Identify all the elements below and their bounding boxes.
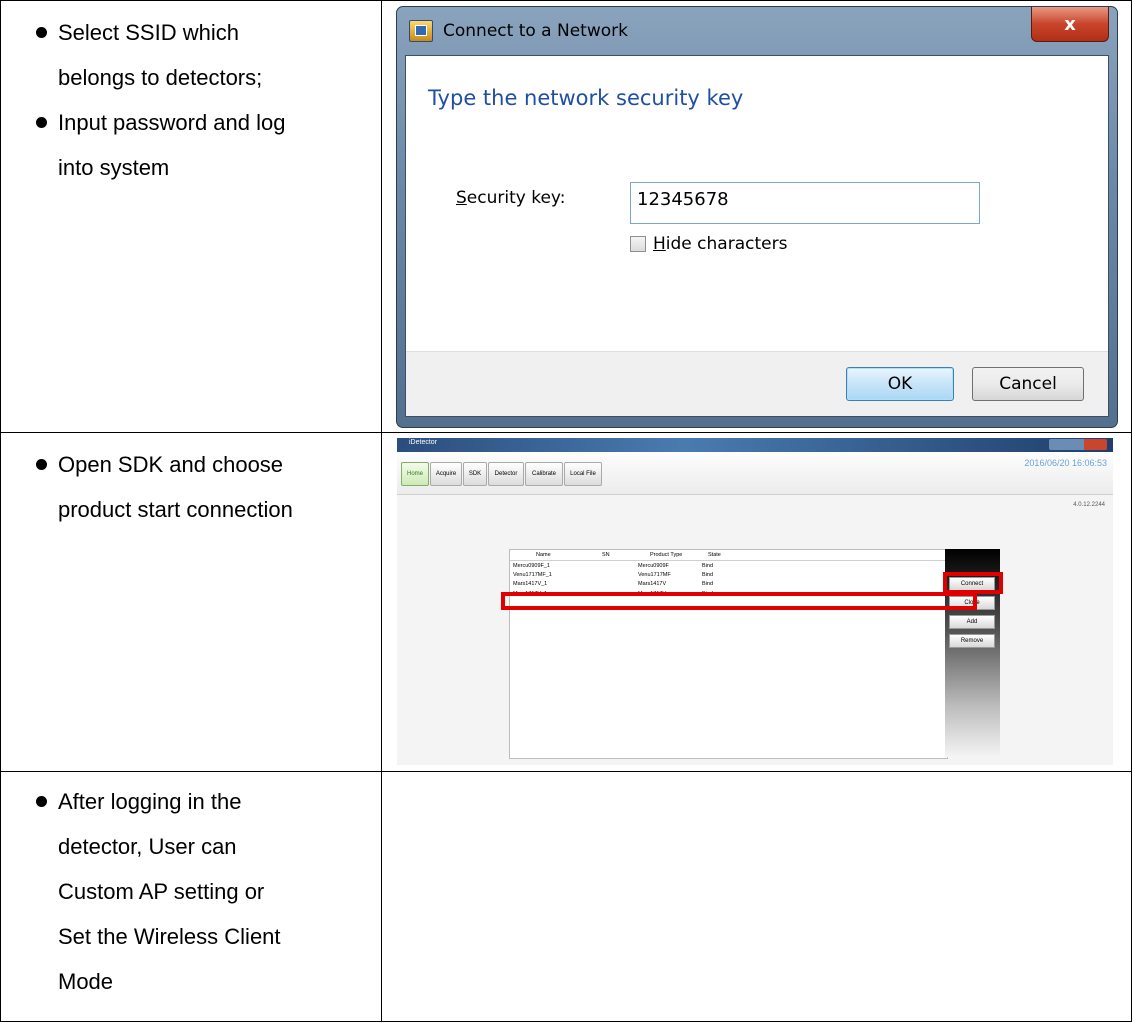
highlight-connect-button [943,572,1003,594]
device-table-header: Name SN Product Type State [510,550,947,561]
sdk-version: 4.0.12.2244 [1073,502,1105,508]
instruction-table: Select SSID which belongs to detectors; … [0,0,1132,1023]
column-header: State [708,552,721,558]
table-border-top [0,0,1132,1]
table-row[interactable]: Mars1417V_1 Mars1417V Bind [510,580,947,588]
table-row[interactable]: Mercu0909F_1 Mercu0909F Bind [510,562,947,570]
dialog-footer: OK Cancel [406,351,1108,416]
list-item: After logging in the detector, User can … [36,779,281,1004]
column-header: Name [536,552,551,558]
row-divider-2 [0,771,1132,772]
remove-device-button[interactable]: Remove [949,634,995,648]
sdk-screenshot: iDetector Home Acquire SDK Detector Cali… [397,438,1113,765]
tab-detector[interactable]: Detector [488,462,524,486]
column-divider [381,0,382,1022]
list-item: Select SSID which belongs to detectors; [36,10,286,100]
table-border-bottom [0,1021,1132,1022]
dialog-body: Type the network security key Security k… [405,55,1109,417]
ok-button[interactable]: OK [846,367,954,401]
tab-home[interactable]: Home [401,462,429,486]
add-device-button[interactable]: Add [949,615,995,629]
security-key-label: Security key: [456,188,566,208]
hide-characters-checkbox[interactable] [630,236,646,252]
tab-acquire[interactable]: Acquire [430,462,462,486]
row-1-instructions: Select SSID which belongs to detectors; … [36,10,286,190]
sdk-window-title: iDetector [409,439,438,446]
connect-network-dialog: Connect to a Network x Type the network … [396,6,1118,428]
hide-characters-option[interactable]: Hide characters [630,234,787,254]
security-key-input[interactable]: 12345678 [630,182,980,224]
sdk-datetime: 2016/06/20 16:06:53 [1024,458,1107,468]
table-border-left [0,0,1,1022]
row-2-instructions: Open SDK and choose product start connec… [36,442,293,532]
sdk-toolbar: Home Acquire SDK Detector Calibrate Loca… [397,452,1113,495]
table-row[interactable]: Venu1717MF_1 Venu1717MF Bind [510,571,947,579]
dialog-heading: Type the network security key [428,86,744,110]
list-item: Input password and log into system [36,100,286,190]
tab-sdk[interactable]: SDK [463,462,487,486]
cancel-button[interactable]: Cancel [972,367,1084,401]
sdk-titlebar: iDetector [397,438,1113,452]
column-header: SN [602,552,610,558]
device-table: Name SN Product Type State Mercu0909F_1 … [509,549,948,759]
tab-calibrate[interactable]: Calibrate [525,462,563,486]
row-divider-1 [0,432,1132,433]
dialog-titlebar: Connect to a Network [409,15,628,47]
dialog-title: Connect to a Network [443,21,628,41]
close-icon: x [1064,13,1076,35]
list-item: Open SDK and choose product start connec… [36,442,293,532]
window-controls[interactable] [1049,439,1107,450]
close-button[interactable]: x [1031,7,1109,42]
hide-characters-label: Hide characters [653,234,788,254]
row-3-instructions: After logging in the detector, User can … [36,779,281,1004]
highlight-selected-device [501,592,977,610]
column-header: Product Type [650,552,683,558]
network-icon [409,20,433,42]
tab-local-file[interactable]: Local File [564,462,602,486]
